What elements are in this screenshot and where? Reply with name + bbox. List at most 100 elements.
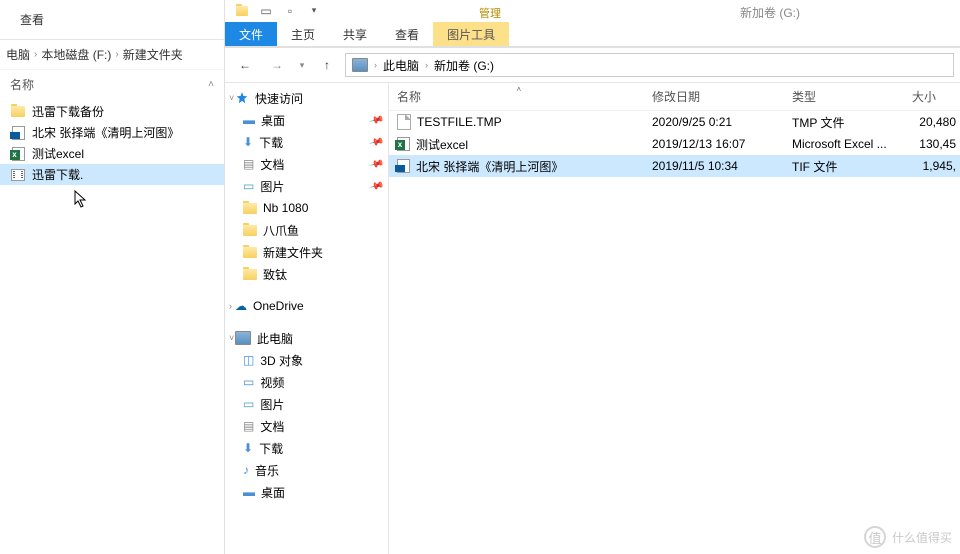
tree-label: 新建文件夹: [263, 244, 323, 261]
contextual-tab-header: 管理: [465, 2, 515, 24]
pc-icon[interactable]: [348, 56, 372, 74]
left-file-list: 迅雷下载备份 北宋 张择端《清明上河图》 测试excel 迅雷下载.: [0, 99, 224, 187]
file-type: TIF 文件: [784, 158, 904, 175]
tree-item-documents[interactable]: ▤文档📌: [225, 153, 388, 175]
collapse-icon[interactable]: ˅: [229, 93, 234, 103]
tree-item-pictures[interactable]: ▭图片📌: [225, 175, 388, 197]
table-row[interactable]: TESTFILE.TMP 2020/9/25 0:21 TMP 文件 20,48…: [389, 111, 960, 133]
file-list: TESTFILE.TMP 2020/9/25 0:21 TMP 文件 20,48…: [389, 111, 960, 177]
breadcrumb-seg[interactable]: 新建文件夹: [123, 46, 183, 63]
quick-access-icon: [235, 91, 249, 105]
tree-item-documents[interactable]: ▤文档: [225, 415, 388, 437]
tree-label: 八爪鱼: [263, 222, 299, 239]
tree-label: 桌面: [261, 484, 285, 501]
tree-label: 此电脑: [257, 330, 293, 347]
explorer-icon[interactable]: [231, 1, 253, 21]
item-label: 迅雷下载.: [32, 166, 83, 183]
tree-item-downloads[interactable]: ⬇下载📌: [225, 131, 388, 153]
back-button[interactable]: ←: [231, 52, 259, 78]
mouse-cursor-icon: [74, 190, 90, 210]
title-bar: ▭ ▫ ▾ 管理 新加卷 (G:): [225, 0, 960, 22]
file-date: 2019/11/5 10:34: [644, 159, 784, 173]
left-column-header[interactable]: 名称 ˄: [0, 70, 224, 99]
sort-asc-icon: ˄: [517, 85, 522, 94]
tab-share[interactable]: 共享: [329, 22, 381, 46]
tree-label: 下载: [259, 440, 283, 457]
left-ribbon-tabs: 查看: [0, 0, 224, 40]
tree-label: 文档: [260, 418, 284, 435]
watermark: 值 什么值得买: [864, 526, 952, 548]
forward-button[interactable]: →: [263, 52, 291, 78]
tree-this-pc[interactable]: ˅ 此电脑: [225, 327, 388, 349]
tree-item-folder[interactable]: Nb 1080: [225, 197, 388, 219]
table-row[interactable]: 测试excel 2019/12/13 16:07 Microsoft Excel…: [389, 133, 960, 155]
folder-icon: [10, 104, 26, 120]
tree-item-downloads[interactable]: ⬇下载: [225, 437, 388, 459]
expand-icon[interactable]: ›: [229, 301, 232, 311]
column-name[interactable]: 名称˄: [389, 88, 644, 105]
chevron-right-icon: ›: [32, 49, 39, 60]
column-date[interactable]: 修改日期: [644, 88, 784, 105]
tree-label: 文档: [260, 156, 284, 173]
folder-icon: [243, 203, 257, 214]
file-size: 1,945,: [904, 159, 960, 173]
tree-quick-access[interactable]: ˅ 快速访问: [225, 87, 388, 109]
list-item[interactable]: 测试excel: [0, 143, 224, 164]
address-bar[interactable]: › 此电脑 › 新加卷 (G:): [345, 53, 954, 77]
collapse-icon[interactable]: ˅: [229, 333, 234, 343]
excel-file-icon: [397, 137, 410, 151]
tab-view[interactable]: 查看: [381, 22, 433, 46]
tree-item-folder[interactable]: 新建文件夹: [225, 241, 388, 263]
tree-label: 视频: [260, 374, 284, 391]
tree-item-3d[interactable]: ◫3D 对象: [225, 349, 388, 371]
breadcrumb-drive[interactable]: 新加卷 (G:): [430, 55, 498, 76]
pin-icon: 📌: [368, 178, 384, 194]
tab-file[interactable]: 文件: [225, 22, 277, 46]
item-label: 测试excel: [32, 145, 84, 162]
tree-item-desktop[interactable]: ▬桌面: [225, 481, 388, 503]
history-dropdown-icon[interactable]: ▾: [295, 52, 309, 78]
sort-indicator-icon[interactable]: ˄: [208, 79, 214, 90]
column-type[interactable]: 类型: [784, 88, 904, 105]
pc-icon: [235, 331, 251, 345]
item-label: 迅雷下载备份: [32, 103, 104, 120]
tree-item-pictures[interactable]: ▭图片: [225, 393, 388, 415]
chevron-right-icon[interactable]: ›: [423, 60, 430, 70]
left-breadcrumb[interactable]: 电脑› 本地磁盘 (F:)› 新建文件夹: [0, 40, 224, 70]
folder-icon: [243, 247, 257, 258]
pin-icon: 📌: [368, 112, 384, 128]
breadcrumb-this-pc[interactable]: 此电脑: [379, 55, 423, 76]
qat-dropdown-icon[interactable]: ▾: [303, 1, 325, 21]
file-size: 130,45: [904, 137, 960, 151]
list-item[interactable]: 迅雷下载备份: [0, 101, 224, 122]
breadcrumb-seg[interactable]: 电脑: [6, 46, 30, 63]
tree-item-folder[interactable]: 八爪鱼: [225, 219, 388, 241]
left-tab-view[interactable]: 查看: [10, 7, 54, 32]
list-item[interactable]: 北宋 张择端《清明上河图》: [0, 122, 224, 143]
list-item[interactable]: 迅雷下载.: [0, 164, 224, 185]
tree-item-videos[interactable]: ▭视频: [225, 371, 388, 393]
column-size[interactable]: 大小: [904, 88, 960, 105]
file-list-header: 名称˄ 修改日期 类型 大小: [389, 83, 960, 111]
tree-onedrive[interactable]: ›☁OneDrive: [225, 295, 388, 317]
breadcrumb-seg[interactable]: 本地磁盘 (F:): [41, 46, 111, 63]
table-row[interactable]: 北宋 张择端《清明上河图》 2019/11/5 10:34 TIF 文件 1,9…: [389, 155, 960, 177]
video-file-icon: [10, 167, 26, 183]
onedrive-icon: ☁: [235, 299, 247, 313]
up-button[interactable]: ↑: [313, 52, 341, 78]
file-name: TESTFILE.TMP: [417, 115, 502, 129]
tree-item-music[interactable]: ♪音乐: [225, 459, 388, 481]
window-title: 新加卷 (G:): [740, 4, 800, 21]
tab-home[interactable]: 主页: [277, 22, 329, 46]
file-list-pane: 名称˄ 修改日期 类型 大小 TESTFILE.TMP 2020/9/25 0:…: [389, 83, 960, 554]
chevron-right-icon[interactable]: ›: [372, 60, 379, 70]
watermark-icon: 值: [864, 526, 886, 548]
tree-item-desktop[interactable]: ▬桌面📌: [225, 109, 388, 131]
properties-icon[interactable]: ▭: [255, 1, 277, 21]
new-folder-icon[interactable]: ▫: [279, 1, 301, 21]
folder-icon: [243, 269, 257, 280]
right-explorer-window: ▭ ▫ ▾ 管理 新加卷 (G:) 文件 主页 共享 查看 图片工具 ← → ▾…: [225, 0, 960, 554]
tab-picture-tools[interactable]: 图片工具: [433, 22, 509, 46]
left-explorer-window: 查看 电脑› 本地磁盘 (F:)› 新建文件夹 名称 ˄ 迅雷下载备份 北宋 张…: [0, 0, 225, 554]
tree-item-folder[interactable]: 致钛: [225, 263, 388, 285]
